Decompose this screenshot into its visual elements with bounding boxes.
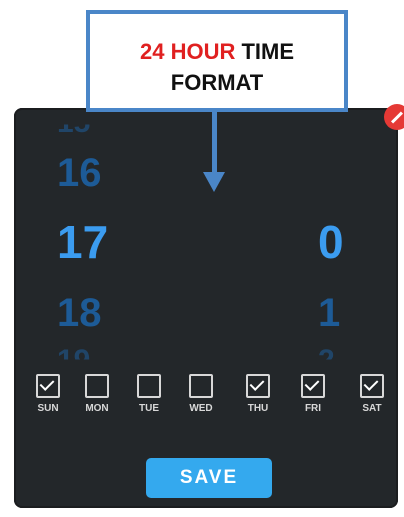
day-fri[interactable]: FRI [293, 374, 333, 414]
day-label: TUE [139, 403, 159, 414]
callout-text-line2: FORMAT [170, 70, 264, 95]
day-tue[interactable]: TUE [129, 374, 169, 414]
day-label: SAT [362, 403, 382, 414]
down-arrow-icon [212, 112, 217, 174]
day-wed[interactable]: WED [181, 374, 221, 414]
callout-text: TIME [235, 39, 295, 64]
save-button[interactable]: SAVE [146, 458, 272, 498]
minute-option[interactable]: 1 [318, 293, 340, 333]
down-arrow-head-icon [203, 172, 225, 192]
close-icon[interactable] [384, 104, 404, 130]
day-sun[interactable]: SUN [28, 374, 68, 414]
day-checkbox[interactable] [246, 374, 270, 398]
hour-selected[interactable]: 17 [57, 219, 108, 265]
callout-highlight: 24 HOUR [139, 39, 236, 64]
day-checkbox[interactable] [360, 374, 384, 398]
day-checkbox[interactable] [85, 374, 109, 398]
day-mon[interactable]: MON [77, 374, 117, 414]
minute-selected[interactable]: 0 [318, 219, 344, 265]
day-label: MON [85, 403, 109, 414]
annotation-callout: 24 HOUR TIME FORMAT [86, 10, 348, 112]
hour-option[interactable]: 16 [57, 153, 102, 193]
day-checkbox[interactable] [189, 374, 213, 398]
day-checkbox[interactable] [36, 374, 60, 398]
day-label: SUN [37, 403, 59, 414]
day-checkbox[interactable] [137, 374, 161, 398]
hour-option[interactable]: 18 [57, 293, 102, 333]
weekday-selector: SUN MON TUE WED THU FRI SAT [28, 374, 392, 424]
day-label: FRI [304, 403, 322, 414]
day-label: WED [189, 403, 213, 414]
day-thu[interactable]: THU [238, 374, 278, 414]
day-sat[interactable]: SAT [352, 374, 392, 414]
day-label: THU [247, 403, 269, 414]
day-checkbox[interactable] [301, 374, 325, 398]
